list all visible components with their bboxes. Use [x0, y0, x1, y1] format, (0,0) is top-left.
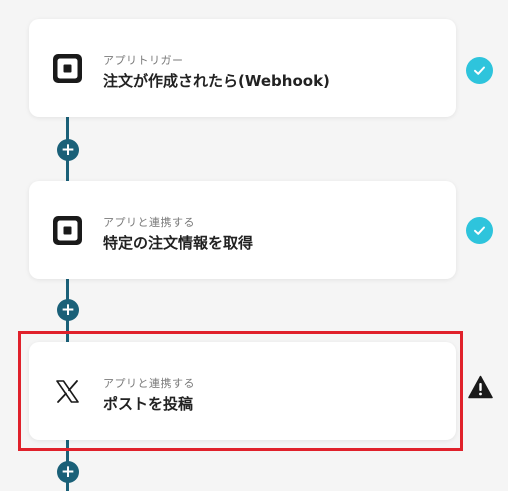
complete-check-icon	[466, 57, 493, 84]
step-title: 特定の注文情報を取得	[103, 234, 254, 252]
add-step-button[interactable]: +	[57, 139, 79, 161]
flow-step-card-trigger[interactable]: アプリトリガー 注文が作成されたら(Webhook)	[29, 19, 456, 117]
step-title: 注文が作成されたら(Webhook)	[103, 72, 330, 90]
square-logo-icon	[53, 54, 82, 83]
flow-step-card-action[interactable]: アプリと連携する 特定の注文情報を取得	[29, 181, 456, 279]
add-step-button[interactable]: +	[57, 461, 79, 483]
step-title: ポストを投稿	[103, 395, 194, 413]
flow-step-card-post[interactable]: アプリと連携する ポストを投稿	[29, 342, 456, 440]
x-logo-icon	[56, 380, 79, 403]
square-logo-icon	[53, 216, 82, 245]
step-type-label: アプリトリガー	[103, 54, 184, 67]
complete-check-icon	[466, 217, 493, 244]
step-type-label: アプリと連携する	[103, 377, 195, 390]
warning-icon	[468, 375, 493, 399]
step-type-label: アプリと連携する	[103, 216, 195, 229]
add-step-button[interactable]: +	[57, 299, 79, 321]
